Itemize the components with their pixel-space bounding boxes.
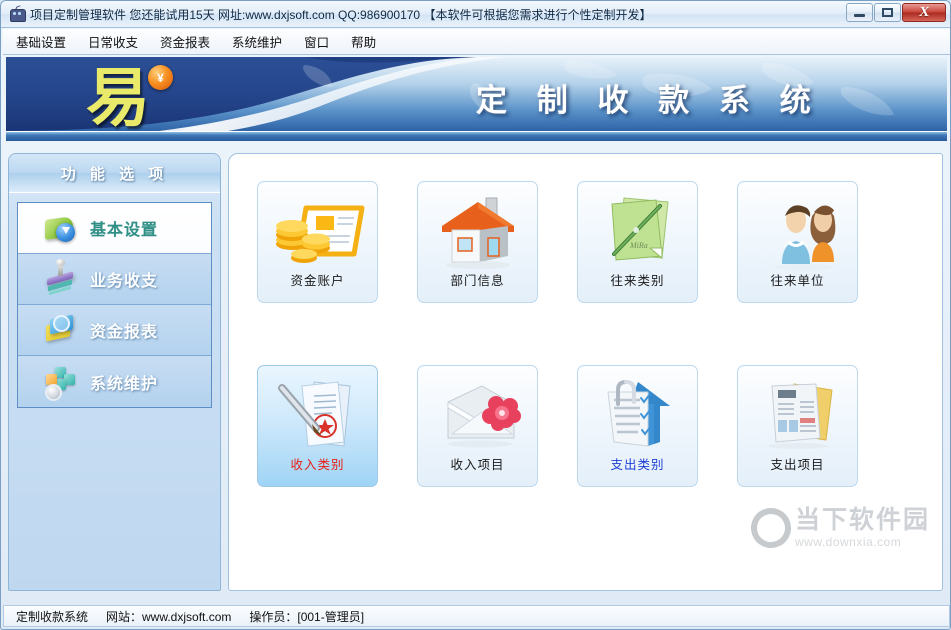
tile-label: 往来类别 <box>578 270 697 289</box>
status-bar: 定制收款系统 网站：www.dxjsoft.com 操作员：[001-管理员] <box>3 605 950 627</box>
svg-text:MiRa: MiRa <box>629 241 648 250</box>
sidebar-list: 基本设置 业务收支 资金报表 系统维护 <box>17 202 212 408</box>
menu-window[interactable]: 窗口 <box>295 29 338 54</box>
sidebar: 功 能 选 项 基本设置 业务收支 资金报表 <box>8 153 221 591</box>
maximize-icon <box>882 8 893 17</box>
tile-fund-account[interactable]: 资金账户 <box>257 181 378 303</box>
menu-bar: 基础设置 日常收支 资金报表 系统维护 窗口 帮助 <box>3 29 950 55</box>
tile-label: 收入类别 <box>258 454 377 473</box>
checklist-arrow-icon <box>578 376 697 454</box>
tile-expense-item[interactable]: 支出项目 <box>737 365 858 487</box>
app-banner: 易 ¥ 定 制 收 款 系 统 <box>6 57 947 141</box>
sidebar-item-basic-settings[interactable]: 基本设置 <box>18 203 211 254</box>
sidebar-item-label: 基本设置 <box>90 216 158 240</box>
tile-expense-category[interactable]: 支出类别 <box>577 365 698 487</box>
tile-contact-category[interactable]: MiRa 往来类别 <box>577 181 698 303</box>
tile-label: 支出类别 <box>578 454 697 473</box>
banner-bottom-strip <box>6 131 947 141</box>
sidebar-item-label: 系统维护 <box>90 370 158 394</box>
status-operator: 操作员：[001-管理员] <box>249 608 364 625</box>
tile-income-category[interactable]: 收入类别 <box>257 365 378 487</box>
site-watermark: 当下软件园 www.downxia.com <box>751 508 930 548</box>
watermark-en-text: www.downxia.com <box>795 536 930 548</box>
sidebar-item-fund-report[interactable]: 资金报表 <box>18 305 211 356</box>
brand-logo: 易 ¥ <box>86 63 206 135</box>
pen-document-stamp-icon <box>258 376 377 454</box>
tile-income-item[interactable]: 收入项目 <box>417 365 538 487</box>
window-controls: X <box>845 3 946 22</box>
app-logo-icon <box>9 6 25 22</box>
close-icon: X <box>918 6 930 20</box>
title-bar: 项目定制管理软件 您还能试用15天 网址:www.dxjsoft.com QQ:… <box>1 1 951 28</box>
house-icon <box>418 192 537 270</box>
coins-monitor-icon <box>258 192 377 270</box>
tile-label: 部门信息 <box>418 270 537 289</box>
logo-coin-icon: ¥ <box>148 65 173 90</box>
book-download-icon <box>44 211 78 245</box>
tile-label: 收入项目 <box>418 454 537 473</box>
logo-glyph: 易 <box>86 63 206 135</box>
layered-stack-icon <box>44 262 78 296</box>
close-button[interactable]: X <box>902 3 946 22</box>
envelope-flower-icon <box>418 376 537 454</box>
books-magnifier-icon <box>44 313 78 347</box>
cubes-gear-icon <box>44 365 78 399</box>
tile-label: 支出项目 <box>738 454 857 473</box>
notebook-pen-icon: MiRa <box>578 192 697 270</box>
menu-daily-income-expense[interactable]: 日常收支 <box>79 29 147 54</box>
status-app-name: 定制收款系统 <box>16 608 88 625</box>
maximize-button[interactable] <box>874 3 901 22</box>
sidebar-item-business-income-expense[interactable]: 业务收支 <box>18 254 211 305</box>
menu-system-maintenance[interactable]: 系统维护 <box>223 29 291 54</box>
watermark-cn-text: 当下软件园 <box>795 508 930 533</box>
menu-fund-report[interactable]: 资金报表 <box>151 29 219 54</box>
minimize-icon <box>854 14 865 17</box>
sidebar-header: 功 能 选 项 <box>9 154 220 193</box>
application-window: 项目定制管理软件 您还能试用15天 网址:www.dxjsoft.com QQ:… <box>0 0 951 630</box>
banner-title: 定 制 收 款 系 统 <box>476 75 822 120</box>
sidebar-item-label: 资金报表 <box>90 318 158 342</box>
main-panel: 资金账户 部门信息 <box>228 153 943 591</box>
status-site: 网站：www.dxjsoft.com <box>106 608 231 625</box>
minimize-button[interactable] <box>846 3 873 22</box>
sidebar-item-system-maintenance[interactable]: 系统维护 <box>18 356 211 407</box>
sidebar-item-label: 业务收支 <box>90 267 158 291</box>
menu-basic-settings[interactable]: 基础设置 <box>7 29 75 54</box>
tile-label: 往来单位 <box>738 270 857 289</box>
tile-label: 资金账户 <box>258 270 377 289</box>
tile-grid: 资金账户 部门信息 <box>257 181 897 487</box>
two-people-icon <box>738 192 857 270</box>
newspaper-folder-icon <box>738 376 857 454</box>
tile-contact-unit[interactable]: 往来单位 <box>737 181 858 303</box>
tile-department-info[interactable]: 部门信息 <box>417 181 538 303</box>
window-title: 项目定制管理软件 您还能试用15天 网址:www.dxjsoft.com QQ:… <box>30 6 651 23</box>
grid-row-gap <box>257 303 897 365</box>
watermark-logo-icon <box>745 502 796 553</box>
sidebar-header-label: 功 能 选 项 <box>61 163 169 184</box>
menu-help[interactable]: 帮助 <box>342 29 385 54</box>
